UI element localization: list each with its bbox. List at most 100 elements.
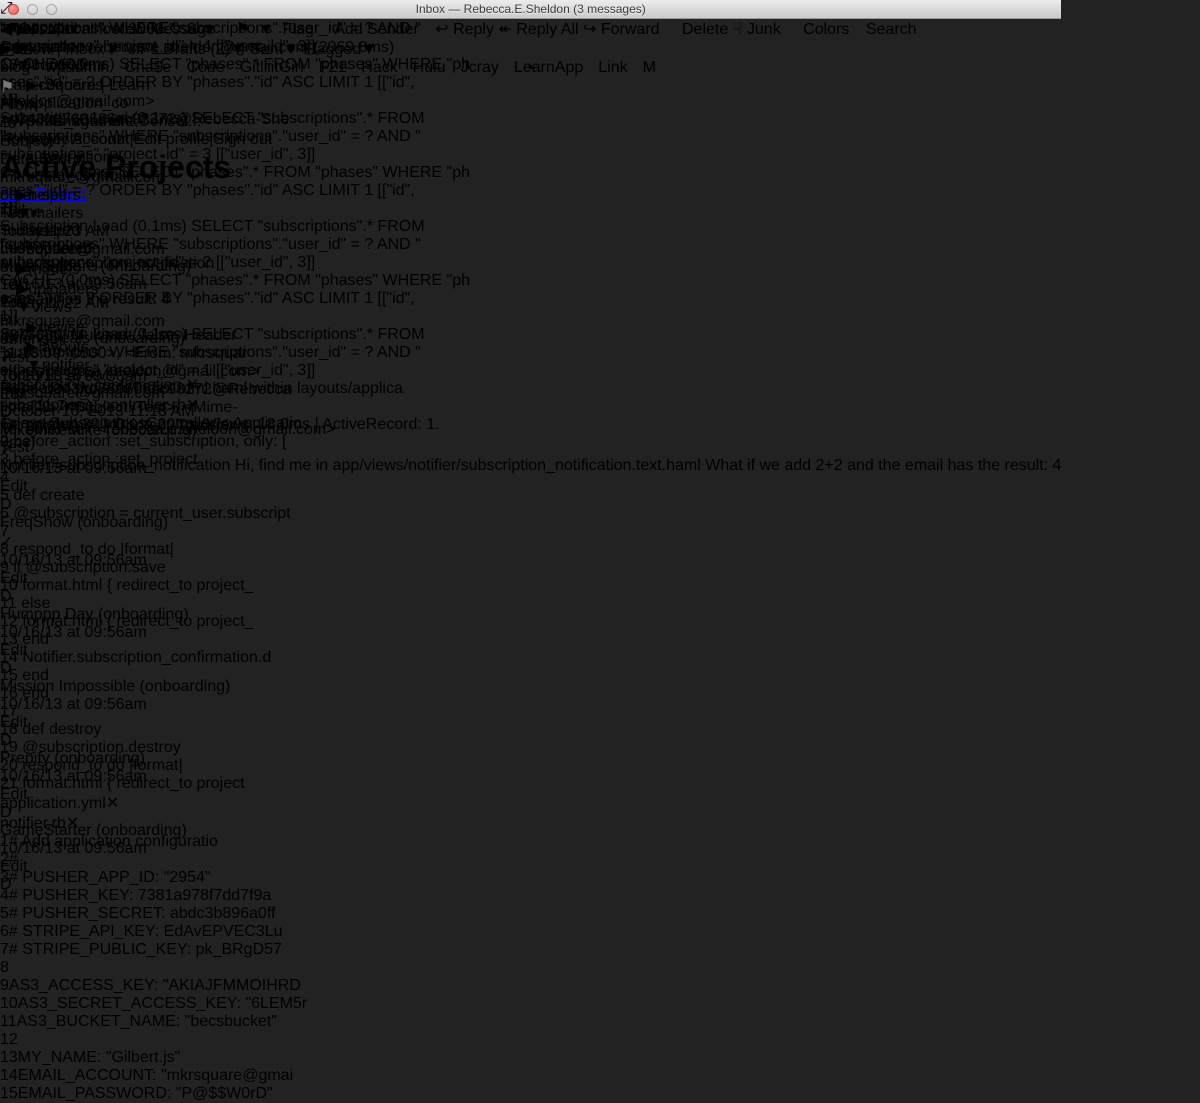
row-from: mkrsquare@gmail.com [0, 241, 1061, 259]
row-date-time: 11:18 AM [43, 367, 109, 384]
code-text: # STRIPE_API_KEY: EdAvEPVEC3Lu [9, 923, 283, 940]
row-to: other-self [0, 187, 1061, 205]
thumbs-down-icon: ☟ [733, 21, 743, 38]
row-to: other-self [0, 331, 1061, 349]
row-date-day: Today [0, 295, 43, 312]
reply-button[interactable]: ↩ [435, 21, 448, 38]
vips-item[interactable]: VIPs [125, 41, 159, 58]
reply-all-button[interactable]: ↞ [498, 21, 511, 38]
flag-dropdown-button[interactable]: ▼ [254, 21, 278, 38]
message-date: October 16, 2013 11:18 AM [0, 403, 1061, 421]
line-number: 17 [0, 703, 18, 720]
code-line: 8 respond_to do |format| [0, 541, 307, 559]
code-text: EMAIL_ACCOUNT: "mkrsquare@gmai [18, 1067, 293, 1084]
chevron-down-icon: ▼ [105, 41, 121, 58]
editor-tab[interactable]: application.yml✕ [0, 793, 307, 813]
editor-tab[interactable]: notifier.rb✕ [0, 813, 307, 833]
mail-list-header: • ⚑ From To Subject Date Sent▼ [0, 59, 1061, 169]
code-text: @subscription.destroy [18, 739, 181, 756]
unread-dot-column-header[interactable]: • [0, 59, 1061, 77]
line-number: 12 [0, 613, 18, 630]
from-column-header[interactable]: From [0, 97, 1061, 115]
code-line: 18 def destroy [0, 721, 307, 739]
line-number: 2 [0, 851, 9, 868]
show-toggle[interactable]: ▶Show [0, 41, 52, 58]
message-preview-pane: mkrsquare@gmail.com October 16, 2013 11:… [0, 385, 1061, 475]
junk-label: Junk [747, 21, 781, 38]
inbox-item[interactable]: Inbox▼ [65, 41, 120, 58]
code-line: 14EMAIL_ACCOUNT: "mkrsquare@gmai [0, 1067, 307, 1085]
chevron-down-icon: ▼ [361, 41, 377, 58]
code-text: AS3_ACCESS_KEY: "AKIAJFMMOIHRD [9, 977, 301, 994]
code-line: 20 respond_to do |format| [0, 757, 307, 775]
code-text: Notifier.subscription_confirmation.d [18, 649, 271, 666]
code-line: 8 [0, 959, 307, 977]
line-number: 15 [0, 667, 18, 684]
message-body: Notifier#subscription_notification Hi, f… [0, 457, 1061, 475]
mail-list-row[interactable]: mkrsquare@gmail.comother-selfTestToday11… [0, 169, 1061, 241]
sent-item[interactable]: Sent▼ [250, 41, 299, 58]
mail-window-title: Inbox — Rebecca.E.Sheldon (3 messages) [0, 2, 1061, 16]
code-area-yaml[interactable]: 1# Add application configuratio2#3# PUSH… [0, 833, 307, 1103]
code-line: 16 end [0, 685, 307, 703]
code-text: respond_to do |format| [9, 541, 174, 558]
search-label: Search [866, 21, 917, 38]
editor-pane-right: application.yml✕notifier.rb✕ 1# Add appl… [0, 793, 307, 1103]
flagged-item[interactable]: Flagged▼ [303, 41, 377, 58]
code-line: 11AS3_BUCKET_NAME: "becsbucket" [0, 1013, 307, 1031]
line-number: 1 [0, 833, 9, 850]
row-date-day: Today [0, 223, 43, 240]
code-text: EMAIL_PASSWORD: "P@$$W0rD" [18, 1085, 273, 1102]
line-number: 3 [0, 869, 9, 886]
code-text: # PUSHER_SECRET: abdc3b896a0ff [9, 905, 276, 922]
code-line: 11 else [0, 595, 307, 613]
code-text: @subscription = current_user.subscript [9, 505, 291, 522]
row-date-time: 11:23 AM [43, 223, 109, 240]
row-date-day: Today [0, 367, 43, 384]
code-text: format.html { redirect_to project_ [18, 613, 254, 630]
code-line: 13 end [0, 631, 307, 649]
drafts-item[interactable]: Drafts (2)▼ [163, 41, 246, 58]
row-from: mkrsquare@gmail.com [0, 169, 1061, 187]
code-text: # PUSHER_APP_ID: "2954" [9, 869, 211, 886]
mail-message-list: mkrsquare@gmail.comother-selfTestToday11… [0, 169, 1061, 385]
date-sent-column-header[interactable]: Date Sent▼ [0, 151, 1061, 169]
code-line: 21 format.html { redirect_to project [0, 775, 307, 793]
code-text: MY_NAME: "Gilbert.js" [18, 1049, 181, 1066]
line-number: 11 [0, 1013, 17, 1030]
tab-close-icon[interactable]: ✕ [66, 815, 79, 832]
line-number: 15 [0, 1085, 18, 1102]
code-line: 10AS3_SECRET_ACCESS_KEY: "6LEM5r [0, 995, 307, 1013]
flag-button[interactable]: ⚑ [236, 21, 250, 38]
sort-descending-icon: ▼ [71, 151, 87, 168]
code-line: 12 [0, 1031, 307, 1049]
code-text: format.html { redirect_to project_ [18, 577, 254, 594]
code-text: end [18, 631, 49, 648]
new-message-label: New Message [114, 21, 215, 38]
mail-list-row[interactable]: mkrsquare@gmail.comother-selfTestToday11… [0, 313, 1061, 385]
code-text: # PUSHER_KEY: 7381a978f7dd7f9a [9, 887, 271, 904]
forward-arrow-icon: ↪ [583, 21, 596, 38]
get-mail-button[interactable]: ✉ [0, 21, 13, 38]
to-column-header[interactable]: To [0, 115, 1061, 133]
message-subject: Test [0, 439, 1061, 457]
row-subject: Test [0, 277, 1061, 295]
line-number: 10 [0, 995, 18, 1012]
chevron-down-icon: ▼ [283, 41, 299, 58]
line-number: 14 [0, 1067, 18, 1084]
subject-column-header[interactable]: Subject [0, 133, 1061, 151]
code-text: # STRIPE_PUBLIC_KEY: pk_BRgD57 [9, 941, 282, 958]
get-mail-label: Get Mail [18, 21, 78, 38]
envelope-icon: ✉ [0, 21, 13, 38]
mail-list-row[interactable]: mkrsquare@gmail.comother-selfTestToday11… [0, 241, 1061, 313]
junk-button[interactable]: ☟ [733, 21, 743, 38]
new-message-button[interactable]: ✎ [96, 21, 109, 38]
code-line: 12 format.html { redirect_to project_ [0, 613, 307, 631]
editor-right-tabbar: application.yml✕notifier.rb✕ [0, 793, 307, 833]
show-icon: ▶ [0, 41, 12, 58]
tab-close-icon[interactable]: ✕ [106, 795, 119, 812]
forward-button[interactable]: ↪ [583, 21, 596, 38]
code-line: 1# Add application configuratio [0, 833, 307, 851]
flag-column-header[interactable]: ⚑ [0, 77, 1061, 97]
row-to: other-self [0, 259, 1061, 277]
